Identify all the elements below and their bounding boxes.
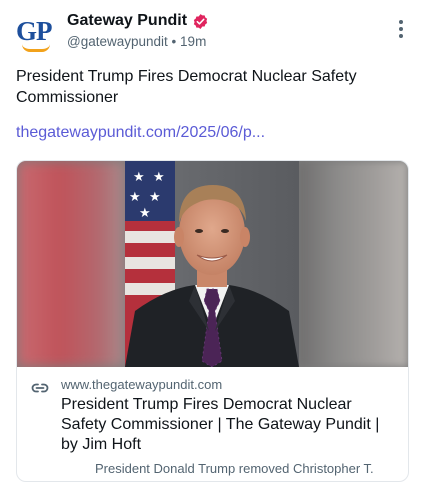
link-icon <box>31 381 49 393</box>
svg-text:★: ★ <box>149 189 161 204</box>
post: GP Gateway Pundit @gatewaypundit • 19m P… <box>0 0 425 500</box>
post-link[interactable]: thegatewaypundit.com/2025/06/p... <box>16 124 265 142</box>
verified-badge-icon <box>192 13 209 30</box>
card-body[interactable]: www.thegatewaypundit.com President Trump… <box>17 367 408 477</box>
post-header: Gateway Pundit @gatewaypundit • 19m <box>67 10 209 49</box>
more-vertical-icon[interactable] <box>391 18 411 40</box>
card-title: President Trump Fires Democrat Nuclear S… <box>61 396 380 453</box>
card-image[interactable]: ★ ★ ★ ★ ★ <box>17 161 408 367</box>
card-domain: www.thegatewaypundit.com <box>61 377 223 392</box>
svg-text:★: ★ <box>129 189 141 204</box>
card-image-blur-right <box>298 161 408 367</box>
avatar[interactable]: GP <box>16 14 52 52</box>
separator: • <box>171 34 177 49</box>
timestamp[interactable]: 19m <box>180 34 206 49</box>
portrait-photo: ★ ★ ★ ★ ★ <box>125 161 299 367</box>
post-text: President Trump Fires Democrat Nuclear S… <box>16 68 357 106</box>
link-preview-card[interactable]: ★ ★ ★ ★ ★ www.thegatewaypundit.com Presi… <box>16 160 409 482</box>
avatar-logo-text: GP <box>16 16 52 46</box>
handle[interactable]: @gatewaypundit <box>67 34 168 49</box>
name-row: Gateway Pundit <box>67 10 209 32</box>
card-image-blur-left <box>17 161 125 367</box>
avatar-swoosh <box>22 44 50 52</box>
svg-text:★: ★ <box>133 169 145 184</box>
svg-text:★: ★ <box>153 169 165 184</box>
display-name[interactable]: Gateway Pundit <box>67 12 187 30</box>
svg-text:★: ★ <box>139 205 151 220</box>
handle-row: @gatewaypundit • 19m <box>67 34 209 49</box>
card-description: President Donald Trump removed Christoph… <box>95 461 374 476</box>
